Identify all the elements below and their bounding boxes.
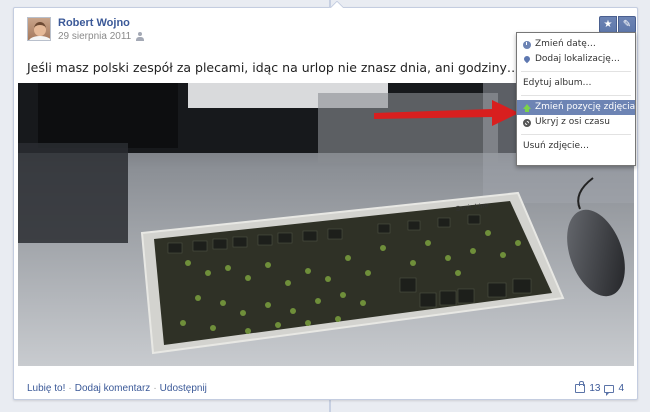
timeline-post-card: Robert Wojno 29 sierpnia 2011 Jeśli masz… — [13, 7, 638, 400]
menu-item-label: Ukryj z osi czasu — [535, 117, 610, 127]
menu-divider — [521, 95, 631, 96]
comments-count[interactable]: 4 — [618, 383, 624, 394]
post-header: Robert Wojno 29 sierpnia 2011 — [27, 17, 145, 43]
pin-icon — [523, 56, 531, 64]
edit-menu: Zmień datę… Dodaj lokalizację… Edytuj al… — [516, 32, 636, 166]
ban-icon — [523, 118, 531, 127]
menu-item-change-date[interactable]: Zmień datę… — [517, 37, 635, 52]
comment-icon[interactable] — [604, 384, 615, 396]
separator: · — [153, 383, 157, 394]
menu-item-label: Edytuj album… — [523, 78, 592, 88]
thumbs-up-icon[interactable] — [575, 381, 586, 393]
menu-item-label: Zmień pozycję zdjęcia — [535, 102, 636, 112]
separator: · — [68, 383, 72, 394]
menu-item-label: Zmień datę… — [535, 39, 596, 49]
like-link[interactable]: Lubię to! — [27, 383, 65, 394]
likes-count[interactable]: 13 — [589, 383, 600, 394]
menu-item-label: Dodaj lokalizację… — [535, 54, 620, 64]
clock-icon — [523, 40, 531, 49]
post-footer: Lubię to! · Dodaj komentarz · Udostępnij… — [14, 368, 637, 399]
avatar[interactable] — [27, 17, 51, 41]
menu-item-hide-from-timeline[interactable]: Ukryj z osi czasu — [517, 115, 635, 130]
post-date[interactable]: 29 sierpnia 2011 — [58, 30, 131, 43]
comment-link[interactable]: Dodaj komentarz — [75, 383, 151, 394]
menu-divider — [521, 134, 631, 135]
privacy-friends-icon[interactable] — [136, 32, 145, 41]
status-text: Jeśli masz polski zespół za plecami, idą… — [27, 60, 520, 75]
menu-item-label: Usuń zdjęcie… — [523, 141, 590, 151]
star-icon[interactable]: ★ — [599, 16, 617, 33]
share-link[interactable]: Udostępnij — [160, 383, 207, 394]
menu-item-delete-photo[interactable]: Usuń zdjęcie… — [517, 139, 635, 154]
menu-item-reposition-photo[interactable]: Zmień pozycję zdjęcia — [517, 100, 635, 115]
author-name[interactable]: Robert Wojno — [58, 17, 145, 30]
pencil-icon[interactable]: ✎ — [618, 16, 636, 33]
post-action-buttons: ★ ✎ — [599, 16, 636, 33]
timeline-pointer — [329, 1, 343, 8]
arrow-up-icon — [523, 103, 531, 112]
menu-item-add-location[interactable]: Dodaj lokalizację… — [517, 52, 635, 67]
menu-divider — [521, 71, 631, 72]
menu-item-edit-album[interactable]: Edytuj album… — [517, 76, 635, 91]
